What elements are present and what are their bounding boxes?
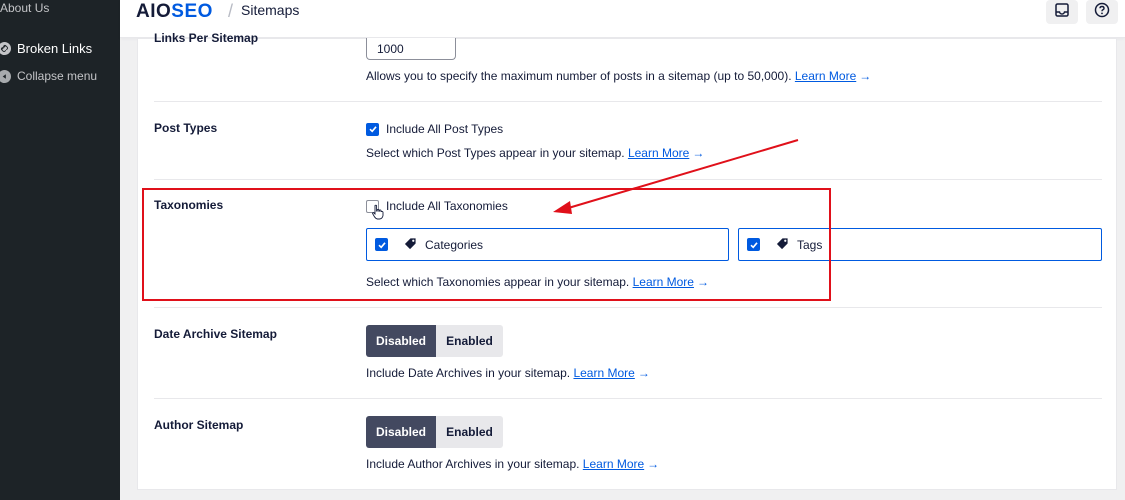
enabled-option[interactable]: Enabled xyxy=(436,325,503,357)
taxonomies-label: Taxonomies xyxy=(154,198,224,212)
sitemap-settings-card: Links Per Sitemap Allows you to specify … xyxy=(137,31,1117,490)
arrow-right-icon: → xyxy=(696,275,709,289)
disabled-option[interactable]: Disabled xyxy=(366,416,436,448)
collapse-menu-button[interactable]: Collapse menu xyxy=(0,69,97,83)
collapse-icon xyxy=(0,69,11,83)
learn-more-link[interactable]: Learn More xyxy=(633,275,694,289)
sidebar-item-broken-links[interactable]: Broken Links xyxy=(0,41,92,56)
notifications-button[interactable] xyxy=(1046,0,1078,24)
tag-icon xyxy=(776,237,789,253)
author-sitemap-description: Include Author Archives in your sitemap.… xyxy=(366,457,660,471)
enabled-option[interactable]: Enabled xyxy=(436,416,503,448)
link-icon xyxy=(0,42,11,55)
links-per-sitemap-description: Allows you to specify the maximum number… xyxy=(366,69,872,83)
arrow-right-icon: → xyxy=(637,366,650,380)
taxonomy-label: Categories xyxy=(425,237,484,252)
links-per-sitemap-input[interactable] xyxy=(366,38,456,60)
divider xyxy=(154,398,1102,399)
hand-cursor-icon xyxy=(372,204,384,220)
learn-more-link[interactable]: Learn More xyxy=(583,457,644,471)
arrow-right-icon: → xyxy=(692,146,705,160)
taxonomy-option-tags[interactable]: Tags xyxy=(738,228,1102,261)
taxonomy-label: Tags xyxy=(797,237,823,252)
sidebar-item-label: Broken Links xyxy=(17,41,93,56)
aioseo-logo[interactable]: AIOSEO xyxy=(136,1,213,23)
author-sitemap-label: Author Sitemap xyxy=(154,418,244,432)
checkbox-label: Include All Post Types xyxy=(386,122,504,136)
include-all-taxonomies[interactable]: Include All Taxonomies xyxy=(366,199,508,213)
include-all-post-types[interactable]: Include All Post Types xyxy=(366,122,503,136)
checkbox-checked[interactable] xyxy=(366,122,379,136)
date-archive-toggle: Disabled Enabled xyxy=(366,325,503,357)
page-title: Sitemaps xyxy=(241,2,300,18)
taxonomy-option-categories[interactable]: Categories xyxy=(366,228,729,261)
checkbox-label: Include All Taxonomies xyxy=(386,199,508,213)
disabled-option[interactable]: Disabled xyxy=(366,325,436,357)
divider xyxy=(154,101,1102,102)
help-icon xyxy=(1094,2,1110,23)
date-archive-description: Include Date Archives in your sitemap. L… xyxy=(366,366,650,380)
learn-more-link[interactable]: Learn More xyxy=(573,366,634,380)
checkbox-checked[interactable] xyxy=(375,238,388,251)
learn-more-link[interactable]: Learn More xyxy=(628,146,689,160)
wp-admin-sidebar: About Us Broken Links Collapse menu xyxy=(0,0,120,500)
breadcrumb-separator: / xyxy=(228,1,234,21)
post-types-label: Post Types xyxy=(154,121,218,135)
help-button[interactable] xyxy=(1086,0,1118,24)
checkbox-checked[interactable] xyxy=(747,238,760,251)
tag-icon xyxy=(404,237,417,253)
sidebar-item-label: About Us xyxy=(0,1,50,15)
divider xyxy=(154,307,1102,308)
learn-more-link[interactable]: Learn More xyxy=(795,69,856,83)
inbox-icon xyxy=(1054,2,1070,23)
arrow-right-icon: → xyxy=(859,69,872,83)
date-archive-label: Date Archive Sitemap xyxy=(154,327,277,341)
plugin-header: AIOSEO / Sitemaps xyxy=(120,0,1125,38)
author-sitemap-toggle: Disabled Enabled xyxy=(366,416,503,448)
taxonomies-description: Select which Taxonomies appear in your s… xyxy=(366,275,709,289)
links-per-sitemap-label: Links Per Sitemap xyxy=(154,31,259,45)
sidebar-item-about-us[interactable]: About Us xyxy=(0,1,49,15)
divider xyxy=(154,179,1102,180)
sidebar-item-label: Collapse menu xyxy=(17,69,98,83)
arrow-right-icon: → xyxy=(647,457,660,471)
post-types-description: Select which Post Types appear in your s… xyxy=(366,146,705,160)
